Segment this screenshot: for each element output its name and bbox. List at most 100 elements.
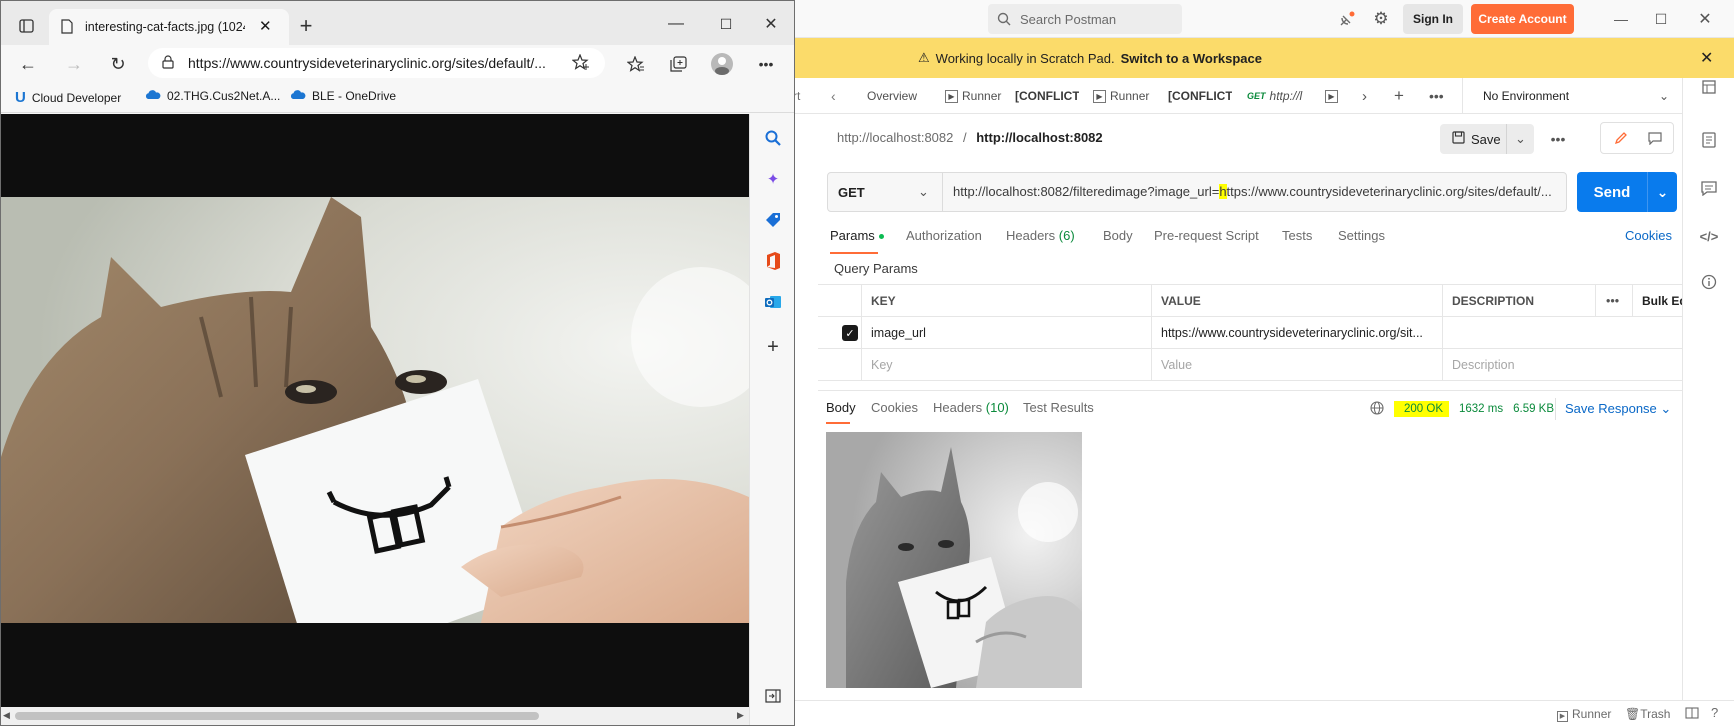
favorite-onedrive-thg[interactable]: 02.THG.Cus2Net.A... (145, 89, 280, 103)
settings-icon[interactable]: ⚙ (1370, 8, 1392, 30)
runner-status-button[interactable]: ▶ Runner (1557, 707, 1611, 722)
new-key-input[interactable]: Key (862, 349, 1152, 381)
environment-selector[interactable]: No Environment ⌄ (1462, 78, 1682, 114)
documentation-view-icon[interactable] (1641, 127, 1669, 149)
save-options-chevron-icon[interactable]: ⌄ (1506, 124, 1534, 154)
save-response-button[interactable]: Save Response ⌄ (1565, 401, 1671, 417)
tab-overview[interactable]: Overview (867, 78, 917, 114)
new-value-input[interactable]: Value (1152, 349, 1443, 381)
runner-tab-icon[interactable]: ▶ (1325, 78, 1338, 114)
favorites-icon[interactable] (621, 49, 651, 79)
breadcrumb-current[interactable]: http://localhost:8082 (976, 130, 1102, 145)
browser-tab[interactable]: interesting-cat-facts.jpg (1024×4 ✕ (49, 9, 289, 45)
param-key-cell[interactable]: image_url (862, 317, 1152, 349)
trash-button[interactable]: 🗑Trash (1625, 707, 1670, 721)
tab-prerequest-script[interactable]: Pre-request Script (1154, 228, 1259, 243)
bulk-edit-link[interactable]: Bulk Edit (1633, 285, 1682, 317)
send-button[interactable]: Send ⌄ (1577, 172, 1677, 212)
minimize-button[interactable]: — (1606, 4, 1636, 34)
code-icon[interactable]: </> (1697, 224, 1721, 248)
info-icon[interactable] (1697, 270, 1721, 294)
tab-headers[interactable]: Headers (6) (1006, 228, 1075, 243)
tab-conflict-2[interactable]: [CONFLICT (1168, 78, 1232, 114)
create-account-button[interactable]: Create Account (1471, 4, 1574, 34)
add-sidebar-app-plus-icon[interactable]: + (762, 336, 784, 358)
close-window-button[interactable]: ✕ (756, 9, 786, 39)
refresh-icon[interactable]: ↻ (103, 49, 133, 79)
search-icon[interactable] (762, 127, 784, 149)
shopping-tag-icon[interactable] (762, 209, 784, 231)
column-header-description: DESCRIPTION (1443, 285, 1596, 317)
profile-avatar[interactable] (707, 49, 737, 79)
param-description-cell[interactable] (1443, 317, 1682, 349)
help-icon[interactable]: ? (1711, 705, 1718, 720)
maximize-button[interactable]: ☐ (711, 9, 741, 39)
scroll-left-arrow-icon[interactable]: ◀ (3, 710, 10, 721)
outlook-icon[interactable] (762, 291, 784, 313)
back-arrow-icon[interactable]: ← (13, 49, 43, 79)
cookies-link[interactable]: Cookies (1625, 228, 1672, 243)
tab-scroll-left-icon[interactable]: ‹ (831, 78, 836, 114)
favorite-cloud-developer[interactable]: U Cloud Developer (15, 89, 121, 106)
comments-icon[interactable] (1697, 176, 1721, 200)
two-pane-icon[interactable] (1685, 706, 1699, 723)
tab-conflict-1[interactable]: [CONFLICT (1015, 78, 1079, 114)
edit-pencil-icon[interactable] (1607, 127, 1635, 149)
scroll-right-arrow-icon[interactable]: ▶ (737, 710, 744, 721)
forward-arrow-icon[interactable]: → (59, 49, 89, 79)
tab-tests[interactable]: Tests (1282, 228, 1312, 243)
tab-runner-1[interactable]: ▶ Runner (945, 78, 1003, 114)
new-tab-plus-icon[interactable]: + (1394, 78, 1404, 114)
send-options-chevron-icon[interactable]: ⌄ (1647, 172, 1677, 212)
scrollbar-thumb[interactable] (15, 712, 539, 720)
close-window-button[interactable]: ✕ (1690, 4, 1720, 34)
hide-sidebar-icon[interactable] (762, 685, 784, 707)
new-description-input[interactable]: Description (1443, 349, 1682, 381)
response-size[interactable]: 6.59 KB (1513, 403, 1554, 415)
horizontal-scrollbar[interactable]: ◀ ▶ (1, 707, 749, 725)
url-input[interactable]: http://localhost:8082/filteredimage?imag… (953, 184, 1558, 199)
breadcrumb-parent[interactable]: http://localhost:8082 (837, 130, 953, 145)
globe-icon[interactable] (1370, 400, 1384, 418)
environment-quicklook-icon[interactable] (1697, 75, 1721, 99)
address-bar[interactable]: https://www.countrysideveterinaryclinic.… (148, 48, 605, 78)
tab-actions-icon[interactable] (11, 11, 41, 41)
collections-icon[interactable] (663, 49, 693, 79)
tab-settings[interactable]: Settings (1338, 228, 1385, 243)
office-icon[interactable] (762, 250, 784, 272)
table-options-icon[interactable]: ••• (1596, 285, 1633, 317)
settings-menu-icon[interactable]: ••• (751, 49, 781, 79)
response-time[interactable]: 1632 ms (1459, 403, 1503, 415)
close-tab-icon[interactable]: ✕ (259, 17, 272, 35)
response-tab-headers[interactable]: Headers (10) (933, 400, 1009, 415)
tab-authorization[interactable]: Authorization (906, 228, 982, 243)
more-actions-icon[interactable]: ••• (1546, 126, 1570, 152)
tab-scroll-right-icon[interactable]: › (1362, 78, 1367, 114)
method-select[interactable]: GET ⌄ (828, 173, 943, 211)
tab-get-request[interactable]: GET http://l (1247, 78, 1305, 114)
param-value-cell[interactable]: https://www.countrysideveterinaryclinic.… (1152, 317, 1443, 349)
tab-options-icon[interactable]: ••• (1429, 78, 1444, 114)
param-enabled-checkbox[interactable]: ✓ (842, 325, 858, 341)
save-button[interactable]: Save ⌄ (1440, 124, 1534, 154)
switch-workspace-link[interactable]: Switch to a Workspace (1121, 51, 1262, 66)
response-tab-cookies[interactable]: Cookies (871, 400, 918, 415)
documentation-icon[interactable] (1697, 128, 1721, 152)
maximize-button[interactable]: ☐ (1646, 4, 1676, 34)
minimize-button[interactable]: — (661, 9, 691, 39)
response-tab-test-results[interactable]: Test Results (1023, 400, 1094, 415)
lock-icon[interactable] (162, 54, 174, 72)
satellite-icon[interactable] (1336, 8, 1358, 30)
favorite-ble-onedrive[interactable]: BLE - OneDrive (290, 89, 396, 103)
add-favorite-icon[interactable] (571, 53, 590, 74)
tab-params[interactable]: Params (830, 228, 884, 254)
search-postman[interactable]: Search Postman (988, 4, 1182, 34)
status-code[interactable]: 200 OK (1394, 401, 1449, 417)
response-tab-body[interactable]: Body (826, 400, 856, 424)
new-tab-plus-icon[interactable]: + (291, 11, 321, 41)
tab-body[interactable]: Body (1103, 228, 1133, 243)
tab-runner-2[interactable]: ▶ Runner (1093, 78, 1151, 114)
copilot-sparkle-icon[interactable]: ✦ (762, 168, 784, 190)
close-banner-icon[interactable]: ✕ (1700, 48, 1713, 68)
sign-in-button[interactable]: Sign In (1403, 4, 1463, 34)
